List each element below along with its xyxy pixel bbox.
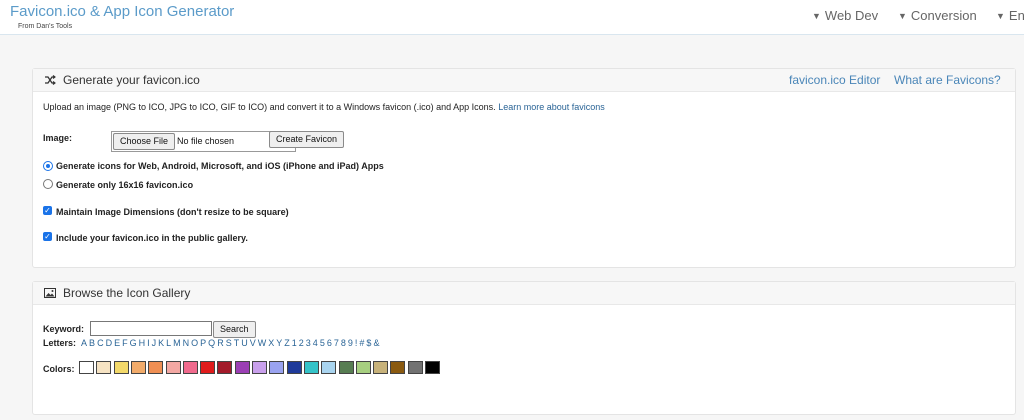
letter-link[interactable]: L [166,338,171,348]
letter-link[interactable]: 3 [306,338,311,348]
letter-link[interactable]: I [147,338,150,348]
letter-link[interactable]: 5 [320,338,325,348]
nav-web-dev[interactable]: ▼ Web Dev [812,8,878,23]
color-swatch[interactable] [234,361,250,374]
no-file-text: No file chosen [177,136,235,146]
letter-link[interactable]: X [268,338,274,348]
letter-link[interactable]: V [250,338,256,348]
learn-more-link[interactable]: Learn more about favicons [498,102,605,112]
letter-link[interactable]: 4 [313,338,318,348]
letter-link[interactable]: Y [276,338,282,348]
letters-row: Letters: ABCDEFGHIJKLMNOPQRSTUVWXYZ12345… [43,338,381,348]
letter-link[interactable]: P [200,338,206,348]
color-swatch[interactable] [286,361,302,374]
letter-link[interactable]: J [152,338,157,348]
color-swatch[interactable] [96,361,112,374]
color-swatch[interactable] [321,361,337,374]
letter-link[interactable]: C [97,338,104,348]
color-swatch[interactable] [355,361,371,374]
nav-conversion[interactable]: ▼ Conversion [898,8,977,23]
letter-link[interactable]: 6 [327,338,332,348]
color-swatch[interactable] [130,361,146,374]
letter-link[interactable]: 2 [299,338,304,348]
generate-panel: Generate your favicon.ico favicon.ico Ed… [32,68,1016,268]
letter-link[interactable]: F [122,338,128,348]
search-button[interactable]: Search [213,321,256,338]
nav-eng[interactable]: ▼Eng [996,8,1024,23]
letter-link[interactable]: M [173,338,181,348]
letter-link[interactable]: ! [355,338,358,348]
site-subtitle: From Dan's Tools [18,23,73,30]
color-swatch[interactable] [200,361,216,374]
public-gallery-label: Include your favicon.ico in the public g… [56,233,248,243]
letter-link[interactable]: 8 [341,338,346,348]
site-title[interactable]: Favicon.ico & App Icon Generator [10,3,234,20]
letter-link[interactable]: A [81,338,87,348]
color-swatch[interactable] [425,361,440,374]
letter-link[interactable]: O [191,338,198,348]
color-swatch[interactable] [338,361,354,374]
what-are-favicons-link[interactable]: What are Favicons? [894,73,1001,87]
create-favicon-button[interactable]: Create Favicon [269,131,345,148]
letter-link[interactable]: Z [284,338,290,348]
letters-label: Letters: [43,338,77,348]
choose-file-button[interactable]: Choose File [113,133,176,150]
color-swatch[interactable] [217,361,233,374]
radio-single-icon-label: Generate only 16x16 favicon.ico [56,180,194,190]
generate-panel-header: Generate your favicon.ico favicon.ico Ed… [33,69,1015,92]
generate-panel-title: Generate your favicon.ico [63,73,200,87]
top-bar: Favicon.ico & App Icon Generator From Da… [0,0,1024,35]
letter-link[interactable]: K [158,338,164,348]
color-swatch[interactable] [79,361,94,374]
maintain-dimensions-checkbox[interactable]: ✓ [43,206,52,215]
color-swatch[interactable] [252,361,267,374]
gallery-panel-header: Browse the Icon Gallery [33,282,1015,305]
color-swatch[interactable] [269,361,285,374]
letter-link[interactable]: Q [208,338,215,348]
color-swatch[interactable] [165,361,181,374]
color-swatch[interactable] [373,361,389,374]
letter-link[interactable]: & [373,338,379,348]
letter-link[interactable]: B [89,338,95,348]
radio-all-icons[interactable] [43,161,53,171]
keyword-input[interactable] [90,321,212,336]
caret-down-icon: ▼ [996,11,1005,21]
letter-link[interactable]: U [241,338,248,348]
color-swatch[interactable] [148,361,164,374]
letter-link[interactable]: E [114,338,120,348]
shuffle-icon [45,75,56,85]
radio-all-icons-label: Generate icons for Web, Android, Microso… [56,161,384,171]
caret-down-icon: ▼ [898,11,907,21]
favicon-editor-link[interactable]: favicon.ico Editor [789,73,880,87]
letter-link[interactable]: D [106,338,113,348]
public-gallery-checkbox[interactable]: ✓ [43,232,52,241]
letter-link[interactable]: $ [366,338,371,348]
gallery-panel-title: Browse the Icon Gallery [63,286,191,300]
intro-text: Upload an image (PNG to ICO, JPG to ICO,… [43,102,605,112]
color-swatch[interactable] [390,361,406,374]
caret-down-icon: ▼ [812,11,821,21]
letter-link[interactable]: T [234,338,240,348]
letter-link[interactable]: 9 [348,338,353,348]
letter-link[interactable]: N [183,338,190,348]
colors-label: Colors: [43,364,75,374]
letter-link[interactable]: 1 [292,338,297,348]
letter-link[interactable]: 7 [334,338,339,348]
color-swatch[interactable] [303,361,319,374]
letter-link[interactable]: H [139,338,146,348]
letter-link[interactable]: # [359,338,364,348]
color-swatch[interactable] [407,361,423,374]
radio-single-icon[interactable] [43,179,53,189]
gallery-panel: Browse the Icon Gallery Keyword: Search … [32,281,1016,415]
color-swatch[interactable] [182,361,198,374]
letter-link[interactable]: S [226,338,232,348]
color-swatch[interactable] [113,361,129,374]
image-label: Image: [43,133,73,143]
letter-link[interactable]: R [217,338,224,348]
letter-link[interactable]: W [258,338,267,348]
maintain-dimensions-label: Maintain Image Dimensions (don't resize … [56,207,289,217]
image-icon [44,288,56,298]
keyword-label: Keyword: [43,324,85,334]
letter-link[interactable]: G [130,338,137,348]
